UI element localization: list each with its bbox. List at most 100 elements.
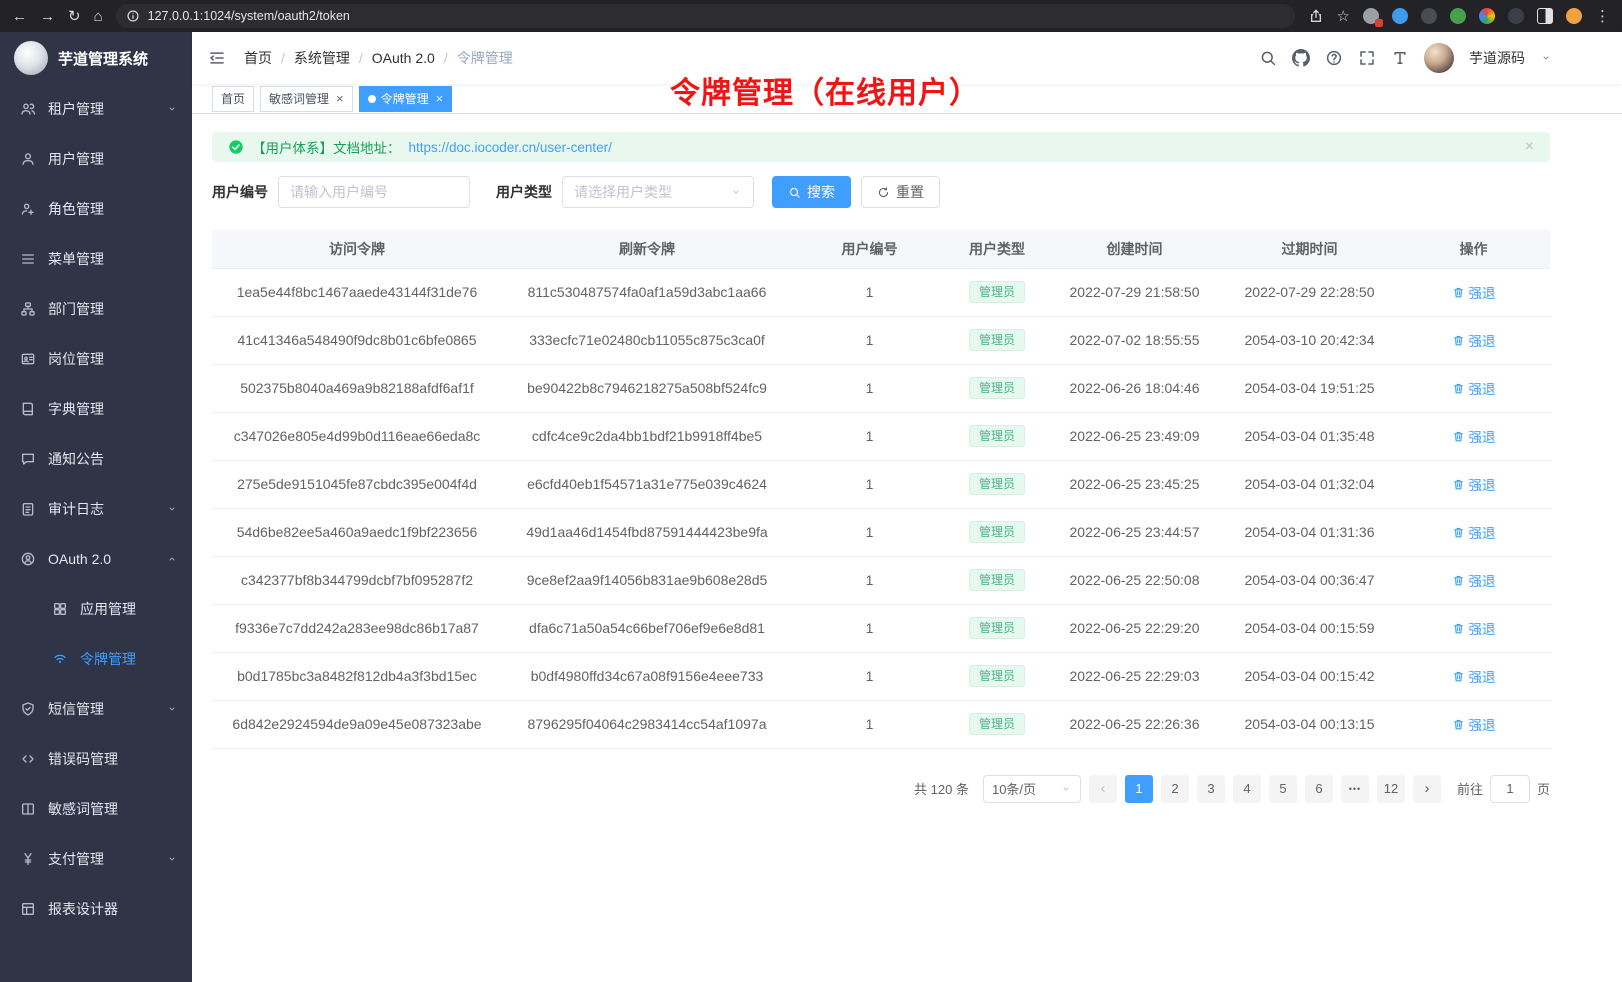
reset-button[interactable]: 重置 (861, 176, 940, 208)
sidebar-item-error-code[interactable]: 错误码管理 (0, 734, 192, 784)
sidebar-item-tenant[interactable]: 租户管理 (0, 84, 192, 134)
cell-created: 2022-06-25 22:29:03 (1047, 652, 1222, 700)
breadcrumb-item[interactable]: 系统管理 (294, 48, 350, 68)
force-logout-button[interactable]: 强退 (1452, 474, 1496, 494)
breadcrumb-separator: / (359, 50, 363, 66)
sidebar-item-dict[interactable]: 字典管理 (0, 384, 192, 434)
home-icon[interactable]: ⌂ (94, 9, 103, 24)
extension-icon[interactable] (1508, 8, 1524, 24)
hamburger-fold-icon[interactable] (208, 49, 226, 67)
close-icon[interactable]: × (1525, 139, 1534, 155)
forward-icon[interactable]: → (40, 9, 55, 24)
tab-token[interactable]: 令牌管理× (359, 86, 453, 112)
help-question-icon[interactable] (1325, 49, 1343, 67)
share-icon[interactable] (1308, 8, 1324, 24)
fullscreen-icon[interactable] (1358, 49, 1376, 67)
table-row: 1ea5e44f8bc1467aaede43144f31de76811c5304… (212, 268, 1550, 316)
page-number-button[interactable]: 5 (1269, 775, 1297, 803)
sidebar-item-role[interactable]: 角色管理 (0, 184, 192, 234)
reload-icon[interactable]: ↻ (68, 9, 81, 24)
cell-user-id: 1 (792, 316, 947, 364)
force-logout-button[interactable]: 强退 (1452, 378, 1496, 398)
alert-text: 【用户体系】文档地址： (252, 137, 401, 157)
close-icon[interactable]: × (436, 92, 444, 105)
force-logout-button[interactable]: 强退 (1452, 330, 1496, 350)
user-type-select[interactable]: 请选择用户类型 (562, 176, 754, 208)
sidebar-item-payment[interactable]: 支付管理 (0, 834, 192, 884)
breadcrumb-item[interactable]: 首页 (244, 48, 272, 68)
extension-icon[interactable] (1421, 8, 1437, 24)
sidebar-item-sms[interactable]: 短信管理 (0, 684, 192, 734)
token-signal-icon (52, 651, 68, 667)
user-type-badge: 管理员 (969, 569, 1025, 591)
cell-expires: 2054-03-04 01:35:48 (1222, 412, 1397, 460)
sidebar-item-label: 租户管理 (48, 99, 154, 119)
next-page-button[interactable]: › (1413, 775, 1441, 803)
github-icon[interactable] (1292, 49, 1310, 67)
force-logout-button[interactable]: 强退 (1452, 522, 1496, 542)
sidebar-menu: 租户管理 用户管理 角色管理 菜单管理 部门管理 岗位管理 字典管理 通知公告 … (0, 84, 192, 934)
search-button[interactable]: 搜索 (772, 176, 851, 208)
extension-icon[interactable] (1363, 8, 1379, 24)
cell-expires: 2054-03-04 00:13:15 (1222, 700, 1397, 748)
profile-avatar-icon[interactable] (1566, 8, 1582, 24)
force-logout-label: 强退 (1469, 618, 1496, 638)
chevron-down-icon (730, 186, 742, 198)
cell-expires: 2054-03-04 00:36:47 (1222, 556, 1397, 604)
force-logout-button[interactable]: 强退 (1452, 570, 1496, 590)
bookmark-star-icon[interactable]: ☆ (1337, 9, 1350, 24)
sidebar-item-oauth2-app[interactable]: 应用管理 (0, 584, 192, 634)
table-row: 275e5de9151045fe87cbdc395e004f4de6cfd40e… (212, 460, 1550, 508)
menu-list-icon (20, 251, 36, 267)
extension-icon[interactable] (1450, 8, 1466, 24)
page-size-select[interactable]: 10条/页 (983, 775, 1081, 803)
sidebar-item-menu[interactable]: 菜单管理 (0, 234, 192, 284)
chevron-down-icon[interactable] (1540, 52, 1552, 64)
font-size-icon[interactable] (1391, 49, 1409, 67)
force-logout-button[interactable]: 强退 (1452, 426, 1496, 446)
page-number-button[interactable]: 4 (1233, 775, 1261, 803)
back-icon[interactable]: ← (12, 9, 27, 24)
page-number-button[interactable]: 6 (1305, 775, 1333, 803)
page-ellipsis-button[interactable]: ••• (1341, 775, 1369, 803)
sidebar-item-sensitive-word[interactable]: 敏感词管理 (0, 784, 192, 834)
tab-sensitive-word[interactable]: 敏感词管理× (260, 86, 353, 112)
sidebar-item-audit-log[interactable]: 审计日志 (0, 484, 192, 534)
force-logout-button[interactable]: 强退 (1452, 714, 1496, 734)
sidebar-item-oauth2[interactable]: OAuth 2.0 (0, 534, 192, 584)
extension-icon[interactable] (1479, 8, 1495, 24)
sidebar-split-icon[interactable] (1537, 8, 1553, 24)
sidebar-item-user[interactable]: 用户管理 (0, 134, 192, 184)
sidebar-item-label: 字典管理 (48, 399, 178, 419)
sidebar-item-post[interactable]: 岗位管理 (0, 334, 192, 384)
page-number-button[interactable]: 3 (1197, 775, 1225, 803)
sidebar-item-oauth2-token[interactable]: 令牌管理 (0, 634, 192, 684)
alert-doc-link[interactable]: https://doc.iocoder.cn/user-center/ (409, 140, 612, 155)
user-avatar[interactable] (1424, 43, 1454, 73)
sidebar-item-report-designer[interactable]: 报表设计器 (0, 884, 192, 934)
cell-access-token: 54d6be82ee5a460a9aedc1f9bf223656 (212, 508, 502, 556)
force-logout-button[interactable]: 强退 (1452, 666, 1496, 686)
close-icon[interactable]: × (336, 92, 344, 105)
page-number-button[interactable]: 12 (1377, 775, 1405, 803)
search-icon[interactable] (1259, 49, 1277, 67)
prev-page-button[interactable]: ‹ (1089, 775, 1117, 803)
force-logout-label: 强退 (1469, 570, 1496, 590)
tab-home[interactable]: 首页 (212, 86, 254, 112)
browser-menu-icon[interactable]: ⋮ (1595, 9, 1610, 24)
page-number-button[interactable]: 1 (1125, 775, 1153, 803)
sidebar-item-dept[interactable]: 部门管理 (0, 284, 192, 334)
extension-icon[interactable] (1392, 8, 1408, 24)
force-logout-button[interactable]: 强退 (1452, 282, 1496, 302)
sidebar-item-label: 错误码管理 (48, 749, 178, 769)
force-logout-label: 强退 (1469, 714, 1496, 734)
breadcrumb-item[interactable]: OAuth 2.0 (372, 50, 435, 66)
id-badge-icon (20, 351, 36, 367)
goto-page-input[interactable] (1490, 775, 1530, 803)
user-name[interactable]: 芋道源码 (1469, 48, 1525, 68)
address-bar[interactable]: 127.0.0.1:1024/system/oauth2/token (116, 4, 1295, 28)
page-number-button[interactable]: 2 (1161, 775, 1189, 803)
sidebar-item-notice[interactable]: 通知公告 (0, 434, 192, 484)
user-id-input[interactable] (278, 176, 470, 208)
force-logout-button[interactable]: 强退 (1452, 618, 1496, 638)
